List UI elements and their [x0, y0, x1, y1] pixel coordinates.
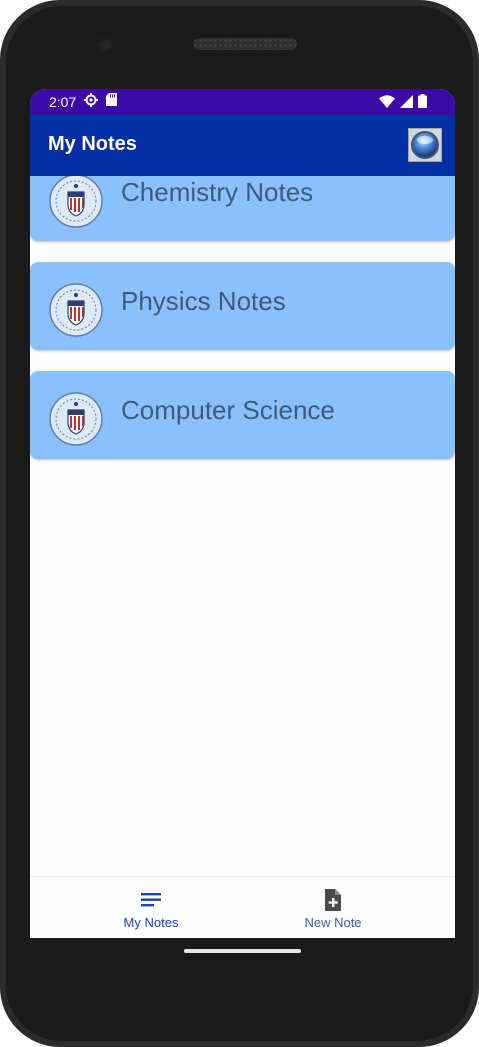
nav-item-new-note[interactable]: New Note	[227, 877, 439, 938]
nav-item-my-notes[interactable]: My Notes	[45, 877, 257, 938]
front-camera	[97, 37, 113, 53]
app-screen: 2:07 My Notes Chemistry Notes Physics No…	[30, 89, 455, 938]
nav-label-new-note: New Note	[304, 915, 362, 930]
notes-list-icon	[141, 893, 161, 907]
status-bar: 2:07	[30, 89, 455, 115]
note-card[interactable]: Physics Notes	[30, 262, 455, 350]
school-seal-icon	[49, 392, 103, 446]
notes-list: Chemistry Notes Physics Notes Computer S…	[30, 176, 455, 876]
note-card[interactable]: Computer Science	[30, 371, 455, 459]
nav-label-my-notes: My Notes	[123, 915, 179, 930]
settings-gear-icon	[84, 92, 99, 112]
note-title: Computer Science	[121, 395, 335, 425]
note-card[interactable]: Chemistry Notes	[30, 176, 455, 241]
sd-card-icon	[106, 93, 118, 111]
bottom-navigation: My Notes New Note	[30, 876, 455, 938]
profile-orb-icon	[411, 131, 439, 159]
status-time: 2:07	[49, 94, 77, 110]
app-title: My Notes	[48, 133, 137, 155]
status-right-icons	[379, 94, 427, 113]
add-note-icon	[325, 889, 341, 911]
profile-avatar-button[interactable]	[408, 128, 442, 162]
phone-frame: 2:07 My Notes Chemistry Notes Physics No…	[0, 0, 479, 1047]
earpiece-speaker	[193, 38, 297, 50]
school-seal-icon	[49, 283, 103, 337]
signal-icon	[400, 94, 413, 113]
school-seal-icon	[49, 176, 103, 228]
note-title: Chemistry Notes	[121, 177, 314, 207]
app-bar: My Notes	[30, 115, 455, 176]
home-gesture-bar[interactable]	[184, 949, 301, 953]
wifi-icon	[379, 94, 395, 113]
battery-icon	[418, 94, 427, 113]
note-title: Physics Notes	[121, 286, 286, 316]
